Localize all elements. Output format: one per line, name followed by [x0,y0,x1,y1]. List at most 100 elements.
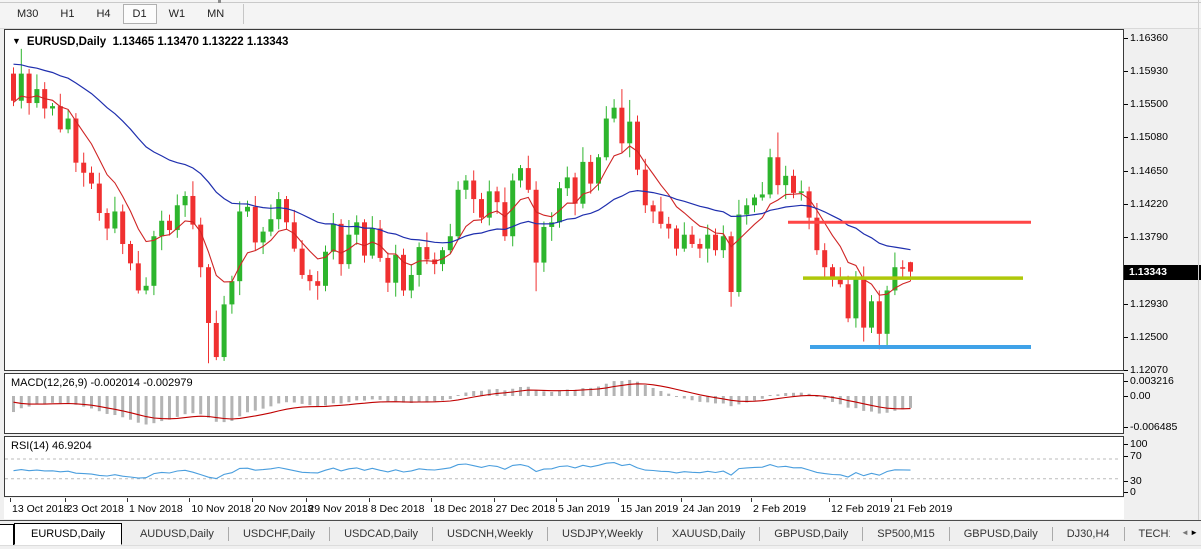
macd-histogram-bar [340,396,343,404]
macd-histogram-bar [191,396,194,413]
date-tick [494,498,495,502]
rsi-panel[interactable]: RSI(14) 46.9204 [4,436,1124,497]
macd-histogram-bar [230,396,233,421]
macd-histogram-bar [542,391,545,396]
chart-tab-usdchf-daily[interactable]: USDCHF,Daily [229,524,329,544]
chart-ohlc-text: 1.13465 1.13470 1.13222 1.13343 [113,36,289,48]
macd-histogram-bar [909,396,912,408]
macd-histogram-bar [605,384,608,396]
price-chart-panel[interactable] [4,29,1124,371]
candle-body [307,275,312,281]
date-axis-label: 20 Nov 2018 [254,503,314,515]
tab-scroll-left-icon[interactable]: ◄ [1181,521,1189,545]
price-axis-label: 1.13790 [1130,230,1168,244]
slow-ma-line [14,64,911,250]
candle-body [214,323,219,357]
chart-tab-tech100-daily[interactable]: TECH100,Daily [1125,524,1171,544]
rsi-chart[interactable] [5,437,1121,494]
candle-body [643,170,648,206]
macd-histogram-bar [550,392,553,396]
candle-body [822,250,827,267]
candle-body [853,277,858,319]
candle-body [151,236,156,286]
candle-body [760,194,765,197]
candle-body [838,280,843,285]
candle-body [495,191,500,202]
macd-axis-label: -0.006485 [1130,420,1177,434]
candle-body [206,267,211,323]
date-tick [306,498,307,502]
price-axis-label-tick [1124,337,1128,338]
macd-histogram-bar [293,396,296,402]
chart-tab-usdcnh-weekly[interactable]: USDCNH,Weekly [433,524,547,544]
candlestick-chart[interactable] [5,30,1121,368]
macd-histogram-bar [324,396,327,405]
candle-body [105,213,110,228]
timeframe-button-h1[interactable]: H1 [50,4,84,24]
price-axis-label-tick [1124,171,1128,172]
timeframe-button-w1[interactable]: W1 [159,4,196,24]
chart-tab-sp500-m15[interactable]: SP500,M15 [863,524,948,544]
date-tick [127,498,128,502]
macd-histogram-bar [730,396,733,406]
macd-histogram-bar [262,396,265,409]
toolbar-artifact [218,0,221,3]
candle-body [183,196,188,205]
timeframe-button-m30[interactable]: M30 [7,4,48,24]
macd-histogram-bar [98,396,101,411]
macd-histogram-bar [269,396,272,406]
candle-body [479,199,484,218]
macd-histogram-bar [737,396,740,404]
macd-histogram-bar [43,396,46,404]
macd-histogram-bar [558,391,561,396]
candle-body [768,157,773,194]
candle-body [120,211,125,244]
macd-histogram-bar [620,381,623,396]
macd-histogram-bar [496,389,499,396]
timeframe-button-mn[interactable]: MN [197,4,234,24]
macd-histogram-bar [886,396,889,413]
candle-body [112,211,117,228]
price-axis-label: 1.15930 [1130,64,1168,78]
macd-histogram-bar [316,396,319,406]
candle-body [721,236,726,250]
candle-body [66,119,71,130]
macd-histogram-bar [839,396,842,404]
candle-body [136,263,141,290]
candle-body [89,173,94,184]
macd-histogram-bar [613,381,616,396]
chart-tabs: EURUSD,DailyAUDUSD,DailyUSDCHF,DailyUSDC… [14,521,1170,546]
chart-tab-gbpusd-daily[interactable]: GBPUSD,Daily [950,524,1052,544]
macd-axis-label-tick [1124,381,1128,382]
macd-histogram-bar [659,391,662,396]
date-axis-label: 12 Feb 2019 [831,503,890,515]
timeframe-button-h4[interactable]: H4 [86,4,120,24]
candle-body [596,157,601,183]
timeframe-button-d1[interactable]: D1 [123,4,157,24]
candle-body [713,235,718,250]
candle-body [81,163,86,173]
candle-body [502,202,507,236]
chart-tab-audusd-daily[interactable]: AUDUSD,Daily [126,524,228,544]
macd-panel[interactable]: MACD(12,26,9) -0.002014 -0.002979 [4,373,1124,434]
tab-scroll-right-icon[interactable]: ► [1190,521,1198,545]
macd-histogram-bar [449,396,452,399]
chart-dropdown-icon[interactable]: ▼ [12,36,21,46]
toolbar-separator [243,4,244,24]
chart-tab-usdjpy-weekly[interactable]: USDJPY,Weekly [548,524,657,544]
chart-tab-eurusd-daily[interactable]: EURUSD,Daily [14,523,122,545]
chart-tab-dj30-h4[interactable]: DJ30,H4 [1053,524,1124,544]
chart-tab-usdcad-daily[interactable]: USDCAD,Daily [330,524,432,544]
macd-histogram-bar [792,393,795,396]
chart-tab-xauusd-daily[interactable]: XAUUSD,Daily [658,524,759,544]
macd-histogram-bar [90,396,93,408]
chart-symbol-label: EURUSD,Daily [27,36,106,48]
candle-body [409,275,414,290]
date-axis-label: 24 Jan 2019 [683,503,741,515]
candle-body [635,122,640,170]
candle-body [666,224,671,229]
chart-tab-gbpusd-daily[interactable]: GBPUSD,Daily [760,524,862,544]
candle-body [315,281,320,286]
macd-histogram-bar [254,396,257,411]
date-tick [891,498,892,502]
